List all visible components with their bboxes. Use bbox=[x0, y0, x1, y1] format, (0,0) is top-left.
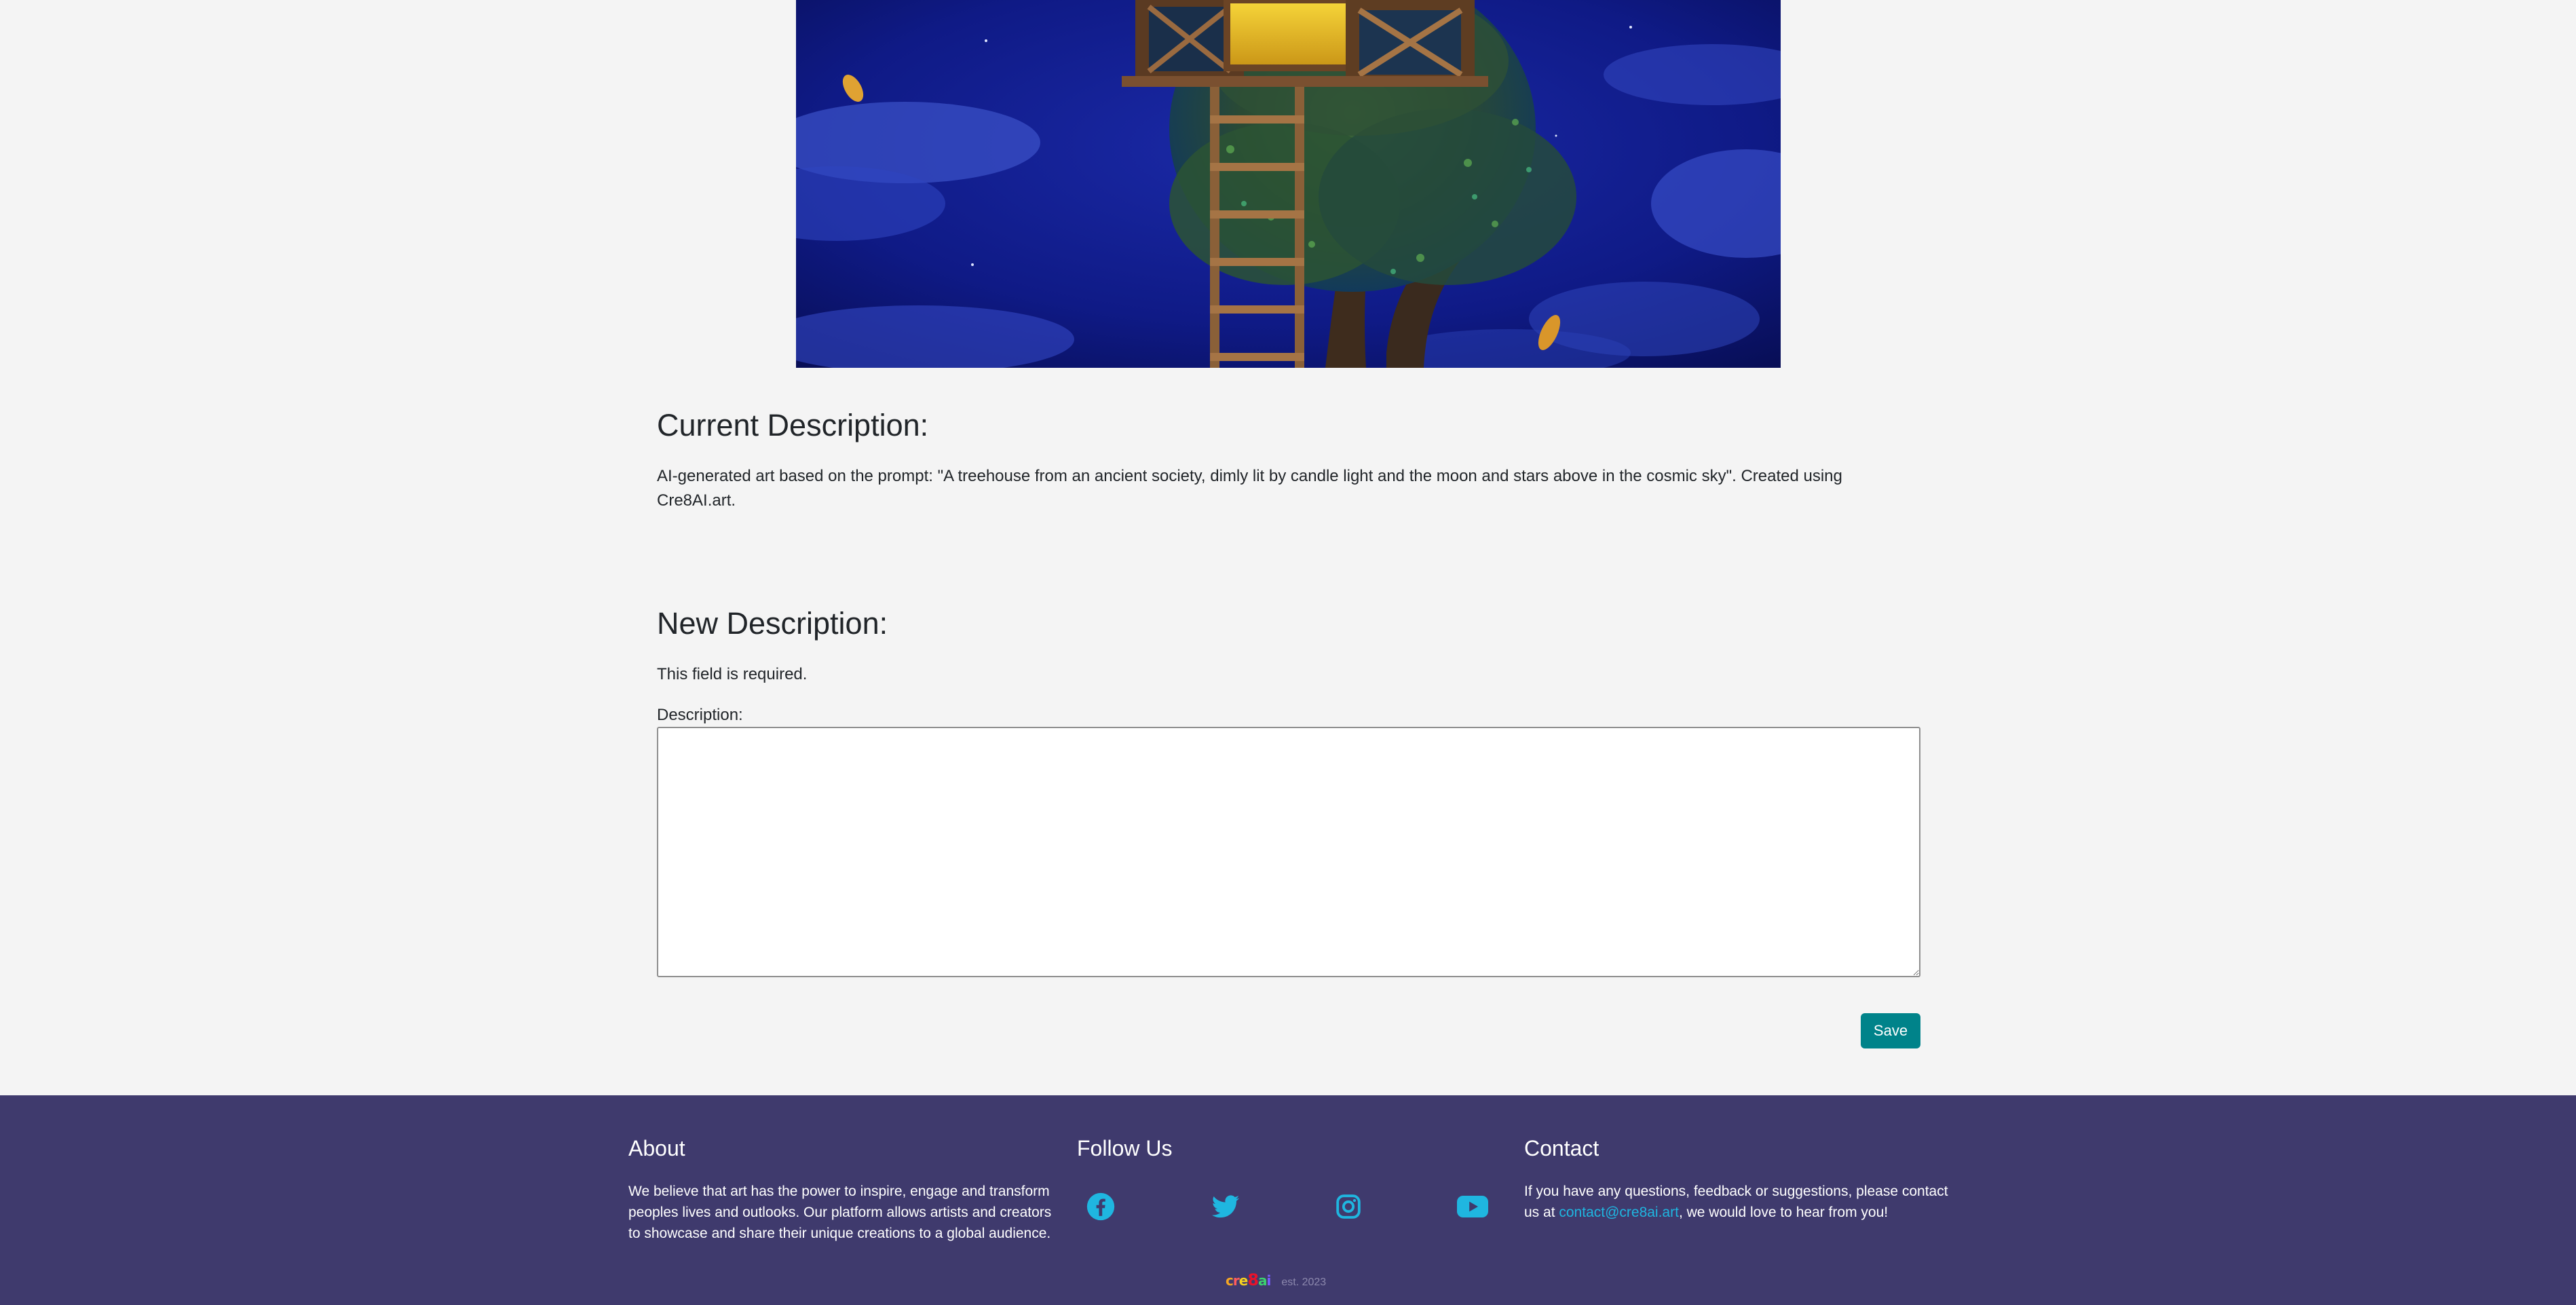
youtube-icon[interactable] bbox=[1456, 1190, 1489, 1223]
contact-text-after: , we would love to hear from you! bbox=[1678, 1205, 1889, 1220]
site-footer: About We believe that art has the power … bbox=[0, 1095, 2576, 1305]
footer-brand: cre8ai est. 2023 bbox=[1226, 1270, 1326, 1289]
contact-email-link[interactable]: contact@cre8ai.art bbox=[1559, 1205, 1679, 1220]
current-description-title: Current Description: bbox=[657, 408, 929, 442]
required-error-message: This field is required. bbox=[657, 665, 808, 683]
footer-about-text: We believe that art has the power to ins… bbox=[628, 1184, 1052, 1241]
footer-contact-text: If you have any questions, feedback or s… bbox=[1524, 1181, 1958, 1223]
save-button[interactable]: Save bbox=[1861, 1013, 1920, 1048]
twitter-icon[interactable] bbox=[1209, 1190, 1242, 1223]
instagram-icon[interactable] bbox=[1332, 1190, 1365, 1223]
current-description-text: AI-generated art based on the prompt: "A… bbox=[657, 467, 1842, 510]
facebook-icon[interactable] bbox=[1084, 1190, 1117, 1223]
footer-about-title: About bbox=[628, 1136, 685, 1160]
cre8ai-logo: cre8ai bbox=[1226, 1270, 1271, 1289]
footer-contact-title: Contact bbox=[1524, 1136, 1599, 1160]
footer-follow-title: Follow Us bbox=[1077, 1136, 1173, 1160]
brand-established: est. 2023 bbox=[1281, 1276, 1327, 1288]
description-textarea[interactable] bbox=[657, 727, 1920, 977]
artwork-image bbox=[796, 0, 1781, 368]
new-description-title: New Description: bbox=[657, 606, 888, 641]
description-label: Description: bbox=[657, 706, 743, 724]
